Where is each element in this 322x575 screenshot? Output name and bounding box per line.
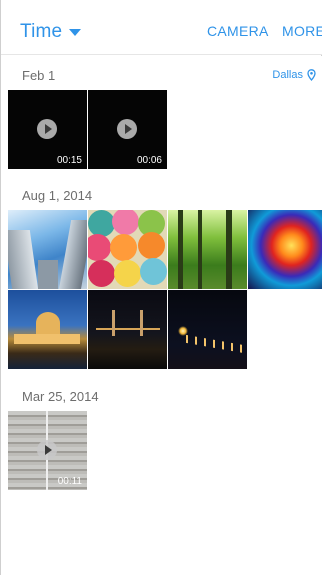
section-header: Aug 1, 2014 bbox=[1, 188, 322, 208]
video-duration: 00:11 bbox=[57, 476, 82, 487]
play-icon bbox=[37, 119, 57, 139]
view-mode-label: Time bbox=[20, 21, 63, 42]
play-icon bbox=[117, 119, 137, 139]
section-header: Mar 25, 2014 bbox=[1, 389, 322, 409]
location-label: Dallas bbox=[272, 69, 303, 81]
section-date: Aug 1, 2014 bbox=[22, 188, 93, 203]
timeline-content[interactable]: Feb 1 Dallas 00:15 00:06 Aug 1, 2014 Mar… bbox=[1, 56, 322, 575]
section-date: Feb 1 bbox=[22, 68, 56, 83]
view-mode-dropdown[interactable]: Time bbox=[20, 20, 82, 44]
camera-button[interactable]: CAMERA bbox=[207, 23, 269, 39]
location-link[interactable]: Dallas bbox=[272, 69, 316, 81]
photo-thumbnail[interactable] bbox=[8, 290, 87, 369]
photo-thumbnail[interactable] bbox=[88, 210, 167, 289]
more-button[interactable]: MORE bbox=[282, 23, 322, 39]
photo-thumbnail[interactable] bbox=[168, 210, 247, 289]
caret-down-icon bbox=[69, 28, 82, 36]
play-icon bbox=[37, 440, 57, 460]
video-duration: 00:15 bbox=[56, 155, 82, 166]
video-duration: 00:06 bbox=[136, 155, 162, 166]
section-header: Feb 1 Dallas bbox=[1, 68, 322, 88]
location-pin-icon bbox=[307, 69, 316, 81]
gallery-screen: Time CAMERA MORE Feb 1 Dallas 00:15 00:0… bbox=[0, 0, 322, 575]
video-thumbnail[interactable]: 00:11 bbox=[8, 411, 87, 490]
photo-thumbnail[interactable] bbox=[8, 210, 87, 289]
photo-thumbnail[interactable] bbox=[248, 210, 322, 289]
video-thumbnail[interactable]: 00:06 bbox=[88, 90, 167, 169]
section-date: Mar 25, 2014 bbox=[22, 389, 99, 404]
photo-thumbnail[interactable] bbox=[168, 290, 247, 369]
top-app-bar: Time CAMERA MORE bbox=[1, 0, 322, 55]
video-thumbnail[interactable]: 00:15 bbox=[8, 90, 87, 169]
photo-thumbnail[interactable] bbox=[88, 290, 167, 369]
